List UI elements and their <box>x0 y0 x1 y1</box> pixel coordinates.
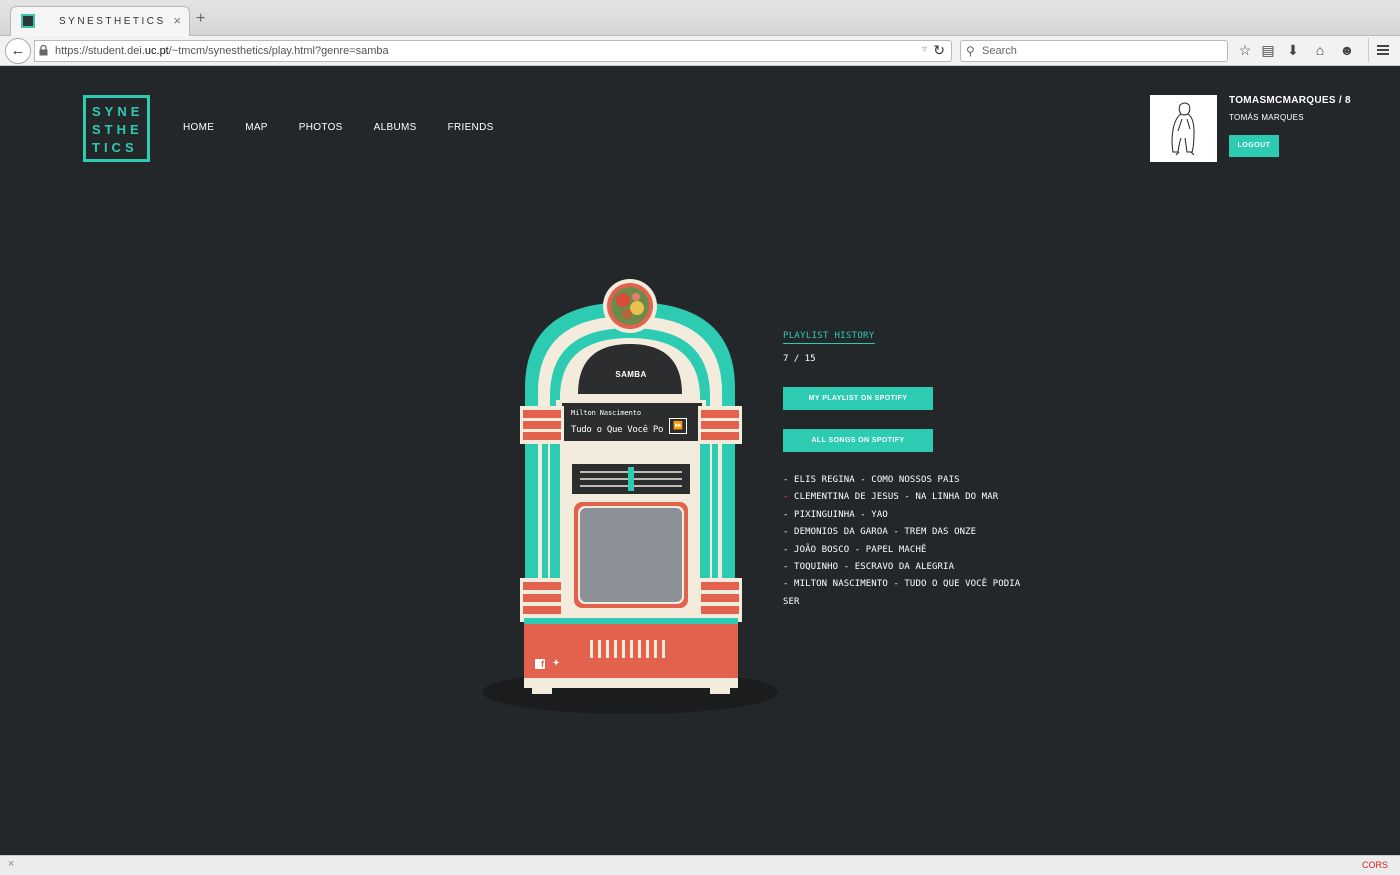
nav-friends[interactable]: FRIENDS <box>448 122 494 133</box>
list-item[interactable]: - JOÃO BOSCO - PAPEL MACHÊ <box>783 542 1038 559</box>
cors-indicator[interactable]: CORS <box>1362 860 1388 870</box>
avatar[interactable] <box>1150 95 1217 162</box>
nav-home[interactable]: HOME <box>183 122 214 133</box>
browser-toolbar: ← https://student.dei.uc.pt/~tmcm/synest… <box>0 36 1400 66</box>
user-real-name: TOMÁS MARQUES <box>1229 113 1304 122</box>
arrow-left-icon: ← <box>10 42 26 59</box>
all-songs-spotify-button[interactable]: ALL SONGS ON SPOTIFY <box>783 429 933 452</box>
chat-icon[interactable]: ☻ <box>1338 42 1356 58</box>
url-text: https://student.dei.uc.pt/~tmcm/synesthe… <box>55 45 389 57</box>
list-item[interactable]: - ELIS REGINA - COMO NOSSOS PAIS <box>783 472 1038 489</box>
list-bullet: - <box>783 544 795 555</box>
playlist-counter: 7 / 15 <box>783 354 816 364</box>
fast-forward-icon[interactable]: ⏩ <box>669 418 687 434</box>
list-bullet: - <box>783 509 795 520</box>
my-playlist-spotify-button[interactable]: MY PLAYLIST ON SPOTIFY <box>783 387 933 410</box>
search-icon: ⚲ <box>966 44 975 58</box>
main-nav: HOME MAP PHOTOS ALBUMS FRIENDS <box>183 122 525 133</box>
list-item-label: TOQUINHO - ESCRAVO DA ALEGRIA <box>794 562 955 573</box>
list-item-label: PIXINGUINHA - YAO <box>794 509 888 520</box>
lock-icon <box>39 45 48 56</box>
twitter-icon[interactable]: ✦ <box>552 658 560 669</box>
logo-line: TICS <box>92 140 138 155</box>
list-item-label: JOÃO BOSCO - PAPEL MACHÊ <box>794 544 927 555</box>
nav-photos[interactable]: PHOTOS <box>299 122 343 133</box>
username: TOMASMCMARQUES / 8 <box>1229 95 1351 106</box>
genre-label: SAMBA <box>615 370 647 379</box>
list-bullet: - <box>783 562 795 573</box>
list-item-label: MILTON NASCIMENTO - TUDO O QUE VOCÊ PODI… <box>783 579 1021 607</box>
tab-title: SYNESTHETICS <box>59 16 166 27</box>
search-placeholder: Search <box>982 45 1017 57</box>
list-item[interactable]: - PIXINGUINHA - YAO <box>783 507 1038 524</box>
list-item-label: CLEMENTINA DE JESUS - NA LINHA DO MAR <box>794 492 999 503</box>
download-icon[interactable]: ⬇ <box>1284 42 1302 59</box>
list-bullet: - <box>783 492 795 503</box>
list-bullet: - <box>783 475 795 485</box>
dropdown-arrow-icon[interactable]: ▿ <box>922 44 927 55</box>
logo-line: STHE <box>92 122 143 137</box>
logo-line: SYNE <box>92 104 144 119</box>
home-icon[interactable]: ⌂ <box>1311 42 1329 58</box>
browser-status-bar: × CORS <box>0 855 1400 875</box>
reading-list-icon[interactable]: ▤ <box>1259 42 1277 59</box>
now-playing-artist: Milton Nascimento <box>571 409 641 417</box>
nav-albums[interactable]: ALBUMS <box>374 122 417 133</box>
list-item[interactable]: - TOQUINHO - ESCRAVO DA ALEGRIA <box>783 559 1038 576</box>
new-tab-button[interactable]: + <box>196 10 205 28</box>
logout-button[interactable]: LOGOUT <box>1229 135 1279 157</box>
site-logo[interactable]: SYNE STHE TICS <box>83 95 150 162</box>
facebook-icon[interactable]: f <box>535 659 545 669</box>
menu-button[interactable] <box>1368 38 1394 62</box>
user-sketch-icon <box>1171 102 1195 156</box>
now-playing-track: Tudo o Que Você Po <box>571 425 664 435</box>
list-item-label: ELIS REGINA - COMO NOSSOS PAIS <box>794 475 960 485</box>
back-button[interactable]: ← <box>5 38 31 64</box>
list-item[interactable]: - DEMONIOS DA GAROA - TREM DAS ONZE <box>783 524 1038 541</box>
site-favicon-icon <box>21 14 35 28</box>
close-tab-icon[interactable]: × <box>173 13 181 28</box>
url-bar[interactable]: https://student.dei.uc.pt/~tmcm/synesthe… <box>34 40 952 62</box>
list-item-label: DEMONIOS DA GAROA - TREM DAS ONZE <box>794 527 977 538</box>
playlist-list: - ELIS REGINA - COMO NOSSOS PAIS - CLEMEN… <box>783 472 1038 611</box>
jukebox-illustration <box>482 279 778 714</box>
list-item[interactable]: - MILTON NASCIMENTO - TUDO O QUE VOCÊ PO… <box>783 576 1038 611</box>
reload-icon[interactable]: ↻ <box>933 42 945 59</box>
browser-tab-bar: SYNESTHETICS × + <box>0 0 1400 36</box>
list-item[interactable]: - CLEMENTINA DE JESUS - NA LINHA DO MAR <box>783 489 1038 506</box>
browser-tab[interactable]: SYNESTHETICS × <box>10 6 190 36</box>
bookmark-star-icon[interactable]: ☆ <box>1236 42 1254 59</box>
search-input[interactable]: ⚲ Search <box>960 40 1228 62</box>
close-icon[interactable]: × <box>8 858 14 870</box>
list-bullet: - <box>783 527 795 538</box>
playlist-history-link[interactable]: PLAYLIST HISTORY <box>783 331 875 344</box>
list-bullet: - <box>783 579 795 590</box>
nav-map[interactable]: MAP <box>245 122 268 133</box>
jukebox: SAMBA Milton Nascimento Tudo o Que Você … <box>480 278 780 718</box>
